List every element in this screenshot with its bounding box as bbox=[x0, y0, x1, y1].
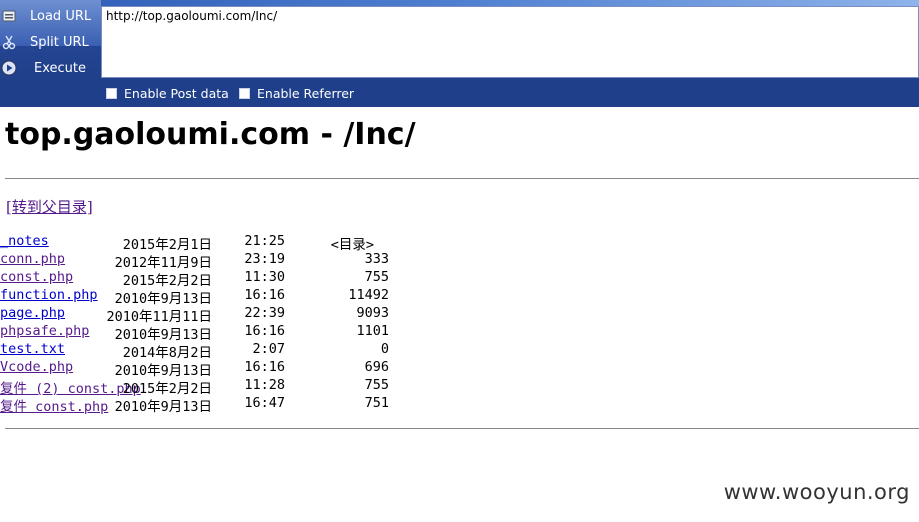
entry-link[interactable]: Vcode.php bbox=[0, 359, 73, 375]
listing-row: 2015年2月1日 21:25 <目录> _notes bbox=[0, 233, 919, 253]
split-url-label: Split URL bbox=[30, 34, 89, 50]
entry-link[interactable]: phpsafe.php bbox=[0, 323, 89, 339]
entry-size: <目录> bbox=[330, 237, 374, 253]
load-url-button[interactable]: Load URL bbox=[0, 4, 101, 28]
enable-referrer-checkbox[interactable]: Enable Referrer bbox=[239, 86, 354, 101]
entry-link[interactable]: conn.php bbox=[0, 251, 65, 267]
entry-date: 2010年9月13日 bbox=[114, 399, 212, 415]
page-title: top.gaoloumi.com - /Inc/ bbox=[5, 117, 416, 152]
parent-directory-link[interactable]: [转到父目录] bbox=[6, 196, 93, 217]
listing-row: 2010年9月13日 16:47 751 复件 const.php bbox=[0, 395, 919, 415]
entry-time: 16:47 bbox=[244, 395, 285, 411]
entry-date: 2014年8月2日 bbox=[122, 345, 212, 361]
enable-post-data-label: Enable Post data bbox=[124, 86, 229, 101]
entry-time: 21:25 bbox=[244, 233, 285, 249]
entry-date: 2015年2月1日 bbox=[122, 237, 212, 253]
entry-date: 2010年9月13日 bbox=[114, 327, 212, 343]
top-divider bbox=[5, 178, 919, 179]
load-url-label: Load URL bbox=[30, 8, 92, 24]
entry-size: 333 bbox=[364, 251, 389, 267]
execute-label: Execute bbox=[34, 60, 86, 76]
entry-size: 11492 bbox=[348, 287, 389, 303]
execute-button[interactable]: Execute bbox=[0, 56, 101, 80]
hackbar-toolbar: Load URL Split URL Execute http://top.ga… bbox=[0, 0, 919, 107]
entry-link[interactable]: const.php bbox=[0, 269, 73, 285]
entry-link[interactable]: _notes bbox=[0, 233, 49, 249]
hackbar-side-menu: Load URL Split URL Execute bbox=[0, 0, 101, 80]
entry-time: 22:39 bbox=[244, 305, 285, 321]
bottom-divider bbox=[5, 428, 919, 429]
entry-size: 751 bbox=[364, 395, 389, 411]
entry-link[interactable]: page.php bbox=[0, 305, 65, 321]
entry-size: 0 bbox=[380, 341, 389, 357]
entry-date: 2010年9月13日 bbox=[114, 363, 212, 379]
listing-row: 2010年9月13日 16:16 1101 phpsafe.php bbox=[0, 323, 919, 343]
listing-row: 2010年9月13日 16:16 696 Vcode.php bbox=[0, 359, 919, 379]
listing-row: 2015年2月2日 11:30 755 const.php bbox=[0, 269, 919, 289]
entry-date: 2010年11月11日 bbox=[106, 309, 212, 325]
entry-size: 696 bbox=[364, 359, 389, 375]
entry-size: 755 bbox=[364, 377, 389, 393]
listing-row: 2014年8月2日 2:07 0 test.txt bbox=[0, 341, 919, 361]
entry-link[interactable]: function.php bbox=[0, 287, 98, 303]
directory-listing: 2015年2月1日 21:25 <目录> _notes 2012年11月9日 2… bbox=[0, 233, 919, 415]
load-url-icon bbox=[0, 7, 18, 25]
execute-play-icon bbox=[0, 59, 18, 77]
referrer-checkbox-box[interactable] bbox=[239, 88, 250, 99]
entry-date: 2015年2月2日 bbox=[122, 273, 212, 289]
enable-post-data-checkbox[interactable]: Enable Post data bbox=[106, 86, 229, 101]
entry-date: 2015年2月2日 bbox=[122, 381, 212, 397]
entry-size: 755 bbox=[364, 269, 389, 285]
enable-referrer-label: Enable Referrer bbox=[257, 86, 355, 101]
entry-link[interactable]: 复件 const.php bbox=[0, 399, 108, 415]
scissors-icon bbox=[0, 33, 18, 51]
watermark-text: www.wooyun.org bbox=[723, 480, 910, 504]
listing-row: 2010年9月13日 16:16 11492 function.php bbox=[0, 287, 919, 307]
post-data-checkbox-box[interactable] bbox=[106, 88, 117, 99]
url-textarea[interactable]: http://top.gaoloumi.com/Inc/ bbox=[101, 6, 919, 78]
entry-time: 2:07 bbox=[252, 341, 285, 357]
listing-row: 2010年11月11日 22:39 9093 page.php bbox=[0, 305, 919, 325]
entry-time: 16:16 bbox=[244, 359, 285, 375]
listing-row: 2015年2月2日 11:28 755 复件 (2) const.php bbox=[0, 377, 919, 397]
entry-link[interactable]: test.txt bbox=[0, 341, 65, 357]
split-url-button[interactable]: Split URL bbox=[0, 30, 101, 54]
entry-date: 2012年11月9日 bbox=[114, 255, 212, 271]
entry-size: 1101 bbox=[356, 323, 389, 339]
entry-time: 11:30 bbox=[244, 269, 285, 285]
url-value: http://top.gaoloumi.com/Inc/ bbox=[106, 9, 278, 23]
listing-row: 2012年11月9日 23:19 333 conn.php bbox=[0, 251, 919, 271]
entry-date: 2010年9月13日 bbox=[114, 291, 212, 307]
entry-time: 23:19 bbox=[244, 251, 285, 267]
entry-time: 16:16 bbox=[244, 287, 285, 303]
entry-time: 16:16 bbox=[244, 323, 285, 339]
entry-size: 9093 bbox=[356, 305, 389, 321]
entry-time: 11:28 bbox=[244, 377, 285, 393]
